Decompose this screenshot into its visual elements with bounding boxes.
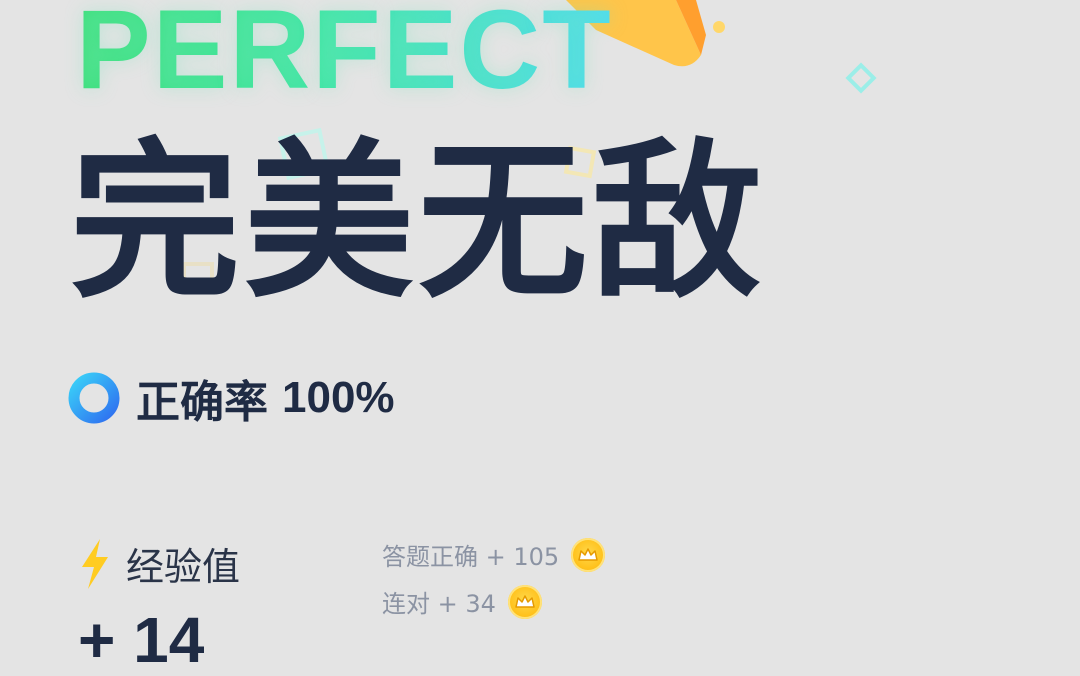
confetti-diamond-decoration: [845, 62, 877, 94]
ring-progress-icon: [68, 372, 120, 424]
accuracy-label: 正确率: [136, 377, 268, 428]
experience-value: + 14: [78, 604, 205, 676]
accuracy-row: 正确率 100%: [66, 366, 395, 430]
result-title: 完美无敌: [70, 124, 767, 322]
bonus-streak-label: 连对 + 34: [382, 590, 496, 618]
lightning-icon: [82, 538, 108, 589]
bonus-correct-label: 答题正确 + 105: [382, 543, 560, 571]
bonus-correct-row: 答题正确 + 105: [382, 537, 606, 572]
crown-coin-icon: [507, 584, 542, 619]
crown-coin-icon: [571, 537, 606, 572]
experience-header: 经验值: [78, 536, 240, 591]
experience-label: 经验值: [126, 545, 241, 589]
perfect-banner-text: PERFECT: [76, 0, 613, 106]
bonus-streak-row: 连对 + 34: [382, 584, 542, 619]
accuracy-value: 100%: [282, 373, 395, 422]
